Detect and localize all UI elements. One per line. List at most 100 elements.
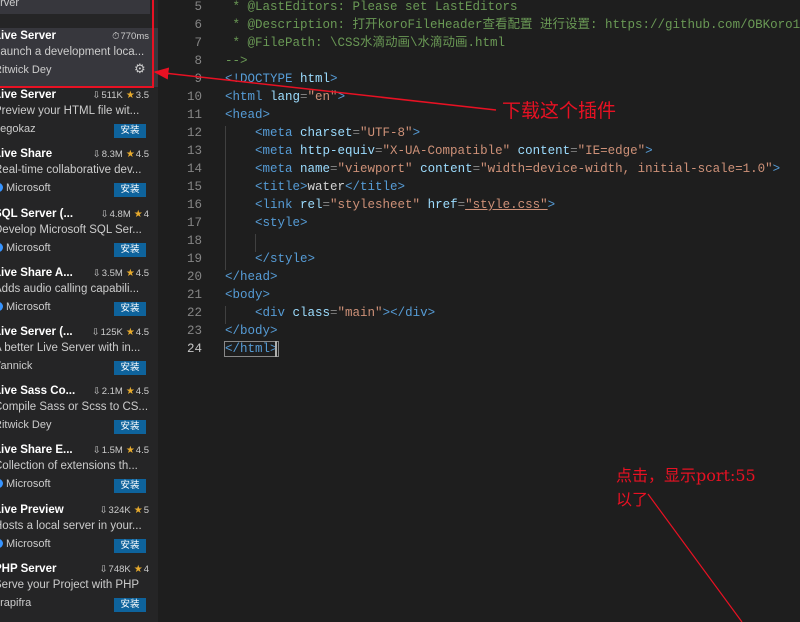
star-icon: ★: [133, 504, 143, 516]
extension-item[interactable]: Live Share E... ⇩1.5M ★4.5 Collection of ex…: [0, 442, 158, 501]
download-count: 748K: [108, 563, 131, 575]
string: "viewport": [337, 162, 413, 176]
rating: 4.5: [135, 386, 149, 398]
download-icon: ⇩: [92, 149, 101, 161]
line-number: 23: [186, 324, 202, 338]
attribute: content: [510, 144, 571, 158]
publisher-name: Ritwick Dey: [0, 419, 52, 432]
attribute: class: [285, 306, 331, 320]
download-count: 1.5M: [101, 445, 123, 457]
line-number: 7: [194, 36, 202, 50]
download-icon: ⇩: [92, 445, 101, 457]
tag: <meta: [255, 162, 293, 176]
code-line-10: <html lang="en">: [225, 90, 346, 104]
extension-item[interactable]: SQL Server (... ⇩4.8M ★4 Develop Microsoft …: [0, 206, 158, 265]
install-button[interactable]: 安装: [114, 479, 146, 494]
tag: </body>: [225, 324, 278, 338]
extension-name: Live Share E...: [0, 444, 73, 457]
gear-icon[interactable]: ⚙: [134, 62, 148, 76]
extension-stats: ⇩125K ★4.5: [92, 327, 149, 338]
install-button[interactable]: 安装: [114, 420, 146, 435]
line-number: 12: [186, 126, 202, 140]
extension-item[interactable]: Live Preview ⇩324K ★5 Hosts a local server …: [0, 502, 158, 561]
code-line-19: </style>: [255, 250, 315, 268]
extension-publisher[interactable]: Yannick: [0, 360, 32, 372]
extension-name: Live Server: [0, 89, 57, 102]
line-number: 5: [194, 0, 202, 14]
tag: <head>: [225, 108, 271, 122]
extension-stats: ⇩748K ★4: [100, 564, 149, 575]
top-fragment-text: erver: [0, 0, 20, 9]
extension-item[interactable]: Live Sass Co... ⇩2.1M ★4.5 Compile Sass or …: [0, 383, 158, 442]
indent-guide: [225, 126, 226, 270]
publisher-name: negokaz: [0, 123, 36, 136]
install-button[interactable]: 安装: [114, 361, 146, 375]
doctype-keyword: <!DOCTYPE: [225, 72, 293, 86]
attribute: rel: [292, 198, 323, 212]
verified-publisher-icon: [0, 183, 3, 193]
extension-stats: ⇩324K ★5: [100, 505, 149, 516]
install-button[interactable]: 安装: [114, 538, 146, 553]
star-icon: ★: [125, 327, 135, 338]
extension-publisher[interactable]: negokaz: [0, 123, 36, 135]
extension-publisher[interactable]: Microsoft: [0, 242, 51, 254]
download-icon: ⇩: [99, 563, 108, 575]
verified-publisher-icon: [0, 242, 3, 252]
string: "stylesheet": [330, 198, 421, 212]
download-count: 125K: [100, 327, 123, 338]
extension-publisher[interactable]: brapifra: [0, 597, 31, 609]
extension-item[interactable]: Live Server ⇩511K ★3.5 Preview your HTML fi…: [0, 87, 158, 146]
verified-publisher-icon: [0, 538, 3, 548]
comment: * @LastEditors: Please set LastEditors: [225, 0, 518, 14]
star-icon: ★: [125, 445, 135, 457]
star-icon: ★: [125, 386, 135, 398]
install-button[interactable]: 安装: [114, 597, 146, 612]
string-link[interactable]: "style.css": [465, 198, 548, 212]
extension-publisher[interactable]: Microsoft: [0, 538, 51, 550]
tag: <div: [255, 306, 286, 320]
clock-icon: ⏱: [112, 31, 120, 42]
download-icon: ⇩: [100, 208, 109, 220]
extension-item[interactable]: Live Share A... ⇩3.5M ★4.5 Adds audio calli…: [0, 265, 158, 324]
attribute: http-equiv: [292, 144, 376, 158]
extension-item[interactable]: Live Share ⇩8.3M★4.5 Real-time collaborati…: [0, 146, 158, 205]
install-button[interactable]: 安装: [114, 124, 146, 139]
star-icon: ★: [125, 267, 135, 279]
extension-publisher[interactable]: Microsoft: [0, 478, 51, 490]
extension-item[interactable]: Live Server (... ⇩125K ★4.5 A better Live S…: [0, 324, 158, 383]
string: "main": [337, 306, 383, 320]
extension-item[interactable]: PHP Server ⇩748K ★4 Serve your Project with…: [0, 561, 158, 620]
tag: </title>: [345, 180, 406, 194]
line-number: 10: [186, 90, 202, 104]
extension-name: Live Sass Co...: [0, 385, 76, 398]
download-count: 511K: [101, 90, 123, 102]
code-line-17: <style>: [255, 214, 308, 232]
extension-description: Collection of extensions th...: [0, 460, 138, 473]
extension-publisher[interactable]: Ritwick Dey: [0, 64, 51, 76]
extension-stats: ⏱770ms: [112, 31, 149, 42]
publisher-name: brapifra: [0, 596, 32, 609]
download-count: 8.3M: [101, 149, 123, 161]
extension-publisher[interactable]: Microsoft: [0, 182, 51, 194]
tag: <link: [255, 198, 293, 212]
star-icon: ★: [125, 90, 135, 102]
line-number-gutter: 5 6 7 8 9 10 11 12 13 14 15 16 17 18 19 20 21 22 23 24: [158, 0, 202, 622]
install-button[interactable]: 安装: [114, 301, 146, 316]
publisher-name: Microsoft: [6, 300, 51, 313]
line-number: 22: [186, 306, 202, 320]
attribute: content: [412, 162, 473, 176]
extension-publisher[interactable]: Ritwick Dey: [0, 419, 51, 431]
code-line-13: <meta http-equiv="X-UA-Compatible" conte…: [255, 144, 653, 158]
code-editor[interactable]: 5 6 7 8 9 10 11 12 13 14 15 16 17 18 19 20 21 22 23 24 * @L…: [158, 0, 800, 622]
extension-description: Serve your Project with PHP: [0, 578, 140, 591]
annotation-click-note-line1: 点击，显示port:55: [616, 466, 756, 485]
extension-publisher[interactable]: Microsoft: [0, 301, 51, 313]
install-button[interactable]: 安装: [114, 242, 146, 257]
extension-stats: ⇩4.8M ★4: [101, 209, 149, 220]
download-icon: ⇩: [92, 386, 101, 398]
download-count: 3.5M: [101, 267, 123, 279]
rating: 4.5: [135, 149, 149, 161]
extension-item[interactable]: Live Server ⏱770ms Launch a development lo…: [0, 28, 158, 87]
install-button[interactable]: 安装: [114, 183, 146, 198]
line-number: 11: [186, 108, 202, 122]
